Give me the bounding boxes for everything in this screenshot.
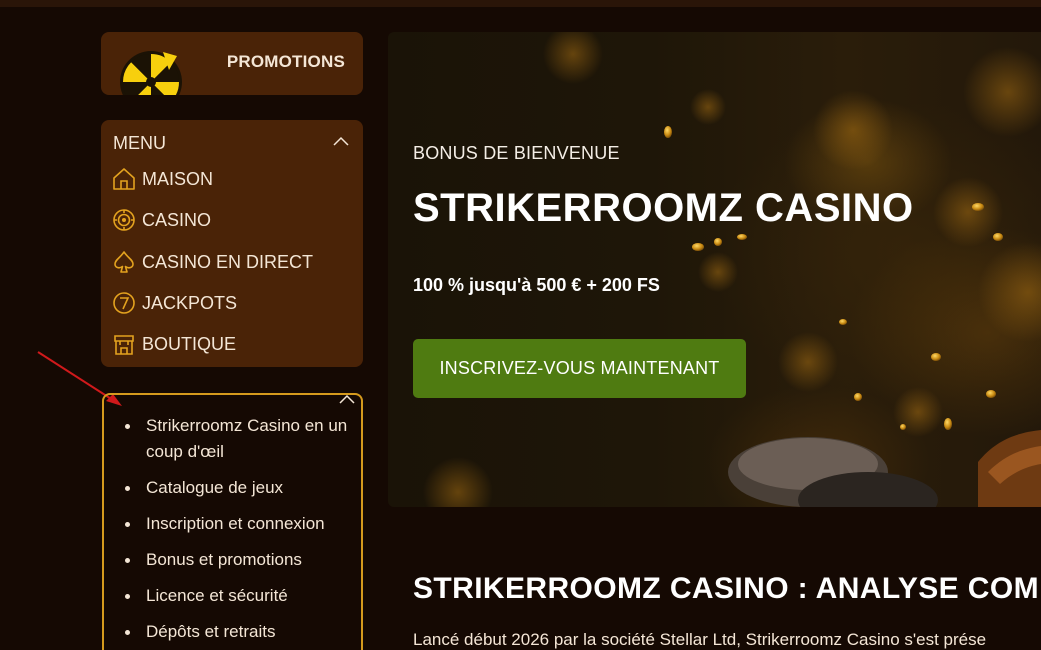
- table-of-contents: Strikerroomz Casino en un coup d'œil Cat…: [102, 393, 363, 650]
- hero-title: STRIKERROOMZ CASINO: [413, 186, 914, 230]
- promotions-card[interactable]: PROMOTIONS: [101, 32, 363, 95]
- menu-item-boutique[interactable]: BOUTIQUE: [112, 331, 236, 357]
- menu-item-label: BOUTIQUE: [142, 333, 237, 354]
- toc-item[interactable]: Inscription et connexion: [124, 511, 349, 537]
- menu-item-jackpots[interactable]: JACKPOTS: [112, 290, 237, 316]
- toc-item[interactable]: Strikerroomz Casino en un coup d'œil: [124, 413, 349, 465]
- menu-item-casino[interactable]: CASINO: [112, 207, 211, 233]
- toc-item[interactable]: Catalogue de jeux: [124, 475, 349, 501]
- menu-item-maison[interactable]: MAISON: [112, 166, 213, 192]
- article-intro: Lancé début 2026 par la société Stellar …: [413, 630, 987, 649]
- hero-banner: BONUS DE BIENVENUE STRIKERROOMZ CASINO 1…: [388, 32, 1041, 507]
- toc-item[interactable]: Dépôts et retraits: [124, 619, 349, 645]
- menu-item-label: CASINO EN DIRECT: [142, 251, 314, 272]
- menu-item-casino-en-direct[interactable]: CASINO EN DIRECT: [112, 249, 313, 275]
- toc-item[interactable]: Bonus et promotions: [124, 547, 349, 573]
- toc-list: Strikerroomz Casino en un coup d'œil Cat…: [124, 413, 349, 650]
- house-icon: [113, 168, 135, 190]
- toc-item[interactable]: Licence et sécurité: [124, 583, 349, 609]
- seven-icon: [113, 292, 135, 314]
- hero-eyebrow: BONUS DE BIENVENUE: [413, 143, 620, 163]
- spade-icon: [114, 251, 134, 273]
- promotions-label: PROMOTIONS: [226, 52, 345, 71]
- chip-icon: [113, 209, 135, 231]
- article-title: STRIKERROOMZ CASINO : ANALYSE COMP: [413, 572, 1041, 605]
- menu-item-label: JACKPOTS: [142, 292, 238, 313]
- chevron-up-icon[interactable]: [333, 136, 349, 146]
- menu-item-label: MAISON: [142, 168, 214, 189]
- menu-item-label: CASINO: [142, 209, 212, 230]
- wheel-of-fortune-icon: [120, 51, 182, 95]
- menu-heading: MENU: [113, 133, 166, 153]
- signup-button[interactable]: INSCRIVEZ-VOUS MAINTENANT: [413, 339, 746, 398]
- main-menu: MENU MAISON CASINO CASINO EN DIRECT JACK…: [101, 120, 363, 367]
- hero-offer: 100 % jusqu'à 500 € + 200 FS: [413, 275, 660, 295]
- top-bar: [0, 0, 1041, 7]
- chevron-up-icon[interactable]: [339, 394, 355, 404]
- hero-background-image: [423, 32, 1041, 507]
